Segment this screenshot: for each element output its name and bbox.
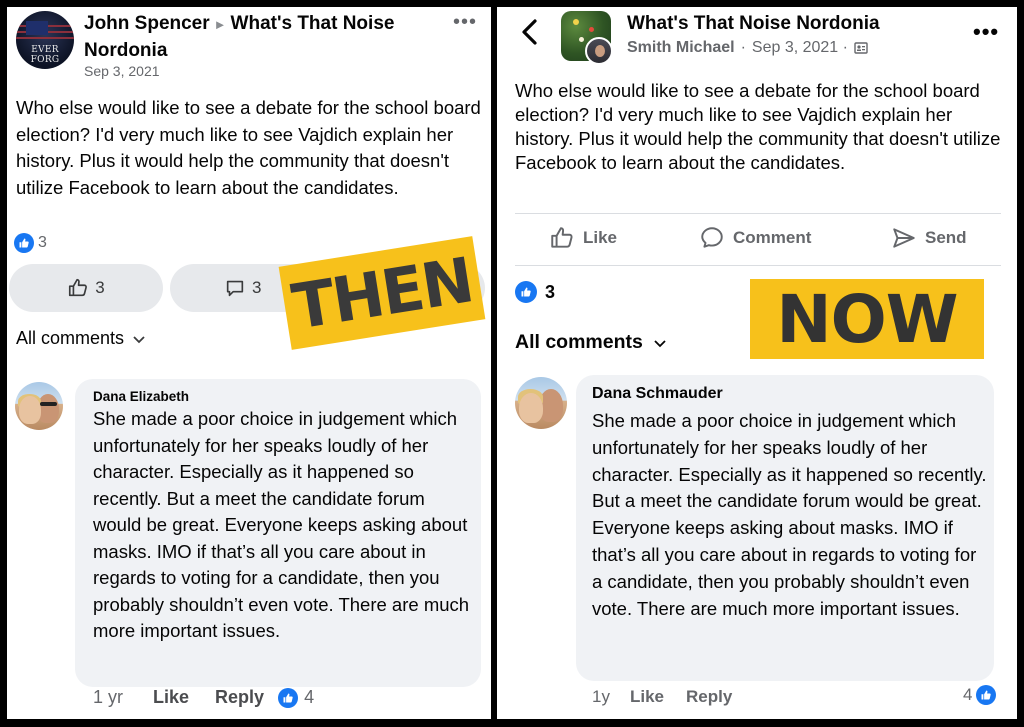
- comment-count: 3: [252, 278, 262, 297]
- comment-icon: [224, 277, 246, 299]
- chevron-down-icon: [654, 339, 666, 347]
- post-date[interactable]: Sep 3, 2021: [84, 63, 160, 79]
- comment-reaction-count: 4: [963, 685, 973, 704]
- commenter-avatar[interactable]: [515, 377, 567, 429]
- post-body: Who else would like to see a debate for …: [515, 80, 1001, 173]
- now-panel: What's That Noise Nordonia Smith Michael…: [497, 7, 1017, 719]
- arrow-right-icon: ►: [213, 17, 227, 32]
- avatar-text: EVER FORG: [30, 45, 60, 65]
- send-button[interactable]: Send: [891, 225, 967, 251]
- post-date[interactable]: Sep 3, 2021 ·: [752, 39, 848, 57]
- like-reaction-icon: [976, 685, 997, 705]
- post-body: Who else would like to see a debate for …: [16, 97, 481, 198]
- comment-label: Comment: [733, 228, 812, 247]
- comment-filter[interactable]: All comments: [16, 328, 146, 349]
- reaction-summary[interactable]: 3: [14, 233, 47, 253]
- comment-text: She made a poor choice in judgement whic…: [93, 408, 470, 641]
- comment-like-button[interactable]: Like: [630, 687, 664, 707]
- comment-reaction-count: 4: [304, 687, 315, 707]
- author-name[interactable]: John Spencer: [84, 13, 210, 34]
- now-sticker: NOW: [750, 279, 984, 359]
- divider: [515, 265, 1001, 266]
- commenter-name[interactable]: Dana Elizabeth: [93, 389, 189, 404]
- then-sticker: THEN: [278, 236, 486, 350]
- profile-avatar[interactable]: EVER FORG: [16, 11, 74, 69]
- like-button[interactable]: Like: [549, 225, 617, 251]
- thumbs-up-icon: [551, 227, 573, 248]
- more-options-icon[interactable]: •••: [453, 11, 477, 34]
- comment-reaction-summary[interactable]: 4: [963, 685, 997, 705]
- group-name[interactable]: What's That Noise Nordonia: [627, 11, 880, 37]
- author-avatar[interactable]: [585, 37, 613, 65]
- comment-reply-button[interactable]: Reply: [215, 687, 264, 708]
- author-name[interactable]: Smith Michael: [627, 39, 735, 57]
- more-options-icon[interactable]: •••: [973, 19, 999, 45]
- like-count: 3: [95, 278, 105, 297]
- reaction-count: 3: [38, 234, 47, 251]
- commenter-name[interactable]: Dana Schmauder: [592, 385, 723, 403]
- group-audience-icon: [854, 42, 868, 54]
- comment-reply-button[interactable]: Reply: [686, 687, 732, 707]
- divider: [515, 213, 1001, 214]
- comment-filter[interactable]: All comments: [515, 331, 667, 354]
- reaction-count: 3: [545, 281, 556, 302]
- send-icon: [893, 228, 915, 248]
- comment-text: She made a poor choice in judgement whic…: [592, 410, 987, 619]
- reaction-summary[interactable]: 3: [515, 281, 555, 303]
- commenter-avatar[interactable]: [15, 382, 63, 430]
- comment-icon: [701, 227, 723, 248]
- all-comments-label: All comments: [515, 331, 643, 353]
- like-reaction-icon[interactable]: [278, 687, 299, 708]
- thumbs-up-icon: [67, 277, 89, 299]
- comment-like-button[interactable]: Like: [153, 687, 189, 708]
- post-subheader: Smith Michael · Sep 3, 2021 ·: [627, 39, 868, 57]
- comment-time[interactable]: 1 yr: [93, 687, 123, 708]
- comment-button[interactable]: Comment: [699, 225, 811, 251]
- comment-actions: 1 yr Like Reply 4: [93, 687, 314, 708]
- like-reaction-icon: [14, 233, 34, 253]
- back-arrow-icon[interactable]: [517, 17, 543, 47]
- chevron-down-icon: [133, 335, 145, 343]
- post-header: John Spencer ► What's That Noise Nordonia: [84, 11, 424, 64]
- then-panel: EVER FORG John Spencer ► What's That Noise…: [7, 7, 491, 719]
- like-reaction-icon: [515, 281, 537, 303]
- send-label: Send: [925, 228, 967, 247]
- all-comments-label: All comments: [16, 328, 125, 348]
- like-label: Like: [583, 228, 618, 247]
- like-button[interactable]: 3: [9, 264, 163, 312]
- comment-time[interactable]: 1y: [592, 687, 610, 707]
